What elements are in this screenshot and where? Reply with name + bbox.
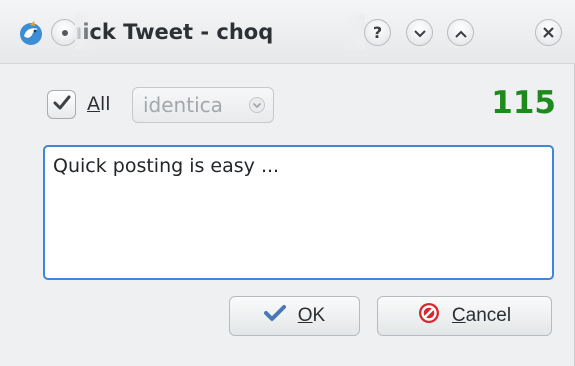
bird-icon[interactable] xyxy=(18,20,44,46)
window-title: ıick Tweet - choq xyxy=(75,16,365,48)
chevron-up-icon xyxy=(454,23,467,42)
dot-icon xyxy=(61,29,68,36)
question-icon: ? xyxy=(372,22,383,42)
ok-button[interactable]: OK xyxy=(229,296,360,336)
ok-button-label: OK xyxy=(297,305,326,326)
window-menu-button[interactable] xyxy=(51,19,78,46)
cancel-icon xyxy=(418,302,440,330)
cancel-button[interactable]: Cancel xyxy=(377,296,552,336)
title-fade-left xyxy=(75,14,93,50)
minimize-button[interactable] xyxy=(406,19,433,46)
account-select-value: identica xyxy=(143,93,223,117)
message-input[interactable]: Quick posting is easy ... xyxy=(43,145,554,280)
check-icon xyxy=(263,304,286,328)
account-select[interactable]: identica xyxy=(132,87,274,123)
close-button[interactable] xyxy=(535,19,562,46)
quick-tweet-dialog: ıick Tweet - choq ? All identica 115 Qui… xyxy=(0,0,575,366)
all-checkbox-label[interactable]: All xyxy=(87,89,111,119)
checkmark-icon xyxy=(53,95,71,115)
close-icon xyxy=(543,23,554,42)
all-checkbox[interactable] xyxy=(47,90,76,119)
chevron-down-icon xyxy=(413,23,426,42)
title-bar[interactable]: ıick Tweet - choq ? xyxy=(0,0,575,64)
chevron-down-icon xyxy=(249,97,265,117)
cancel-button-label: Cancel xyxy=(451,305,512,326)
title-fade-right xyxy=(345,14,365,50)
maximize-button[interactable] xyxy=(447,19,474,46)
help-button[interactable]: ? xyxy=(364,19,391,46)
character-counter: 115 xyxy=(491,85,556,121)
window-title-text: ıick Tweet - choq xyxy=(75,20,274,44)
